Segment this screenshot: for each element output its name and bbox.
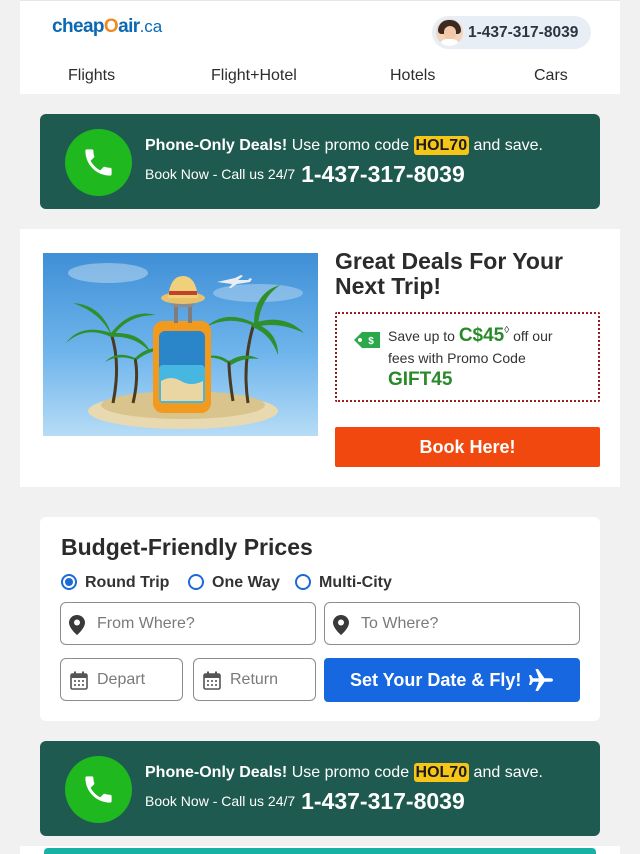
logo-text-o: O: [103, 16, 119, 37]
promo-code-badge: HOL70: [413, 136, 470, 155]
submit-label: Set Your Date & Fly!: [350, 670, 522, 690]
site-header: cheapOair.ca 1-437-317-8039 Flights Flig…: [20, 0, 620, 94]
book-now-text: Book Now - Call us 24/7: [145, 166, 296, 182]
radio-label: One Way: [212, 574, 280, 591]
phone-deals-banner-bottom[interactable]: Phone-Only Deals! Use promo code HOL70 a…: [40, 741, 600, 836]
airplane-icon: [529, 669, 553, 691]
promo-code-badge: HOL70: [413, 763, 470, 782]
call-button[interactable]: [65, 129, 132, 196]
return-placeholder: Return: [230, 671, 279, 688]
promo-call-line: Book Now - Call us 24/7 1-437-317-8039: [145, 785, 465, 814]
promo-offer-box: $ Save up to C$45◊ off our fees with Pro…: [335, 312, 600, 402]
svg-text:$: $: [368, 336, 374, 347]
flight-search-card: Budget-Friendly Prices Round Trip One Wa…: [40, 517, 600, 721]
promo-phone-number[interactable]: 1-437-317-8039: [301, 161, 465, 187]
suitcase-island-image: [43, 253, 318, 436]
next-section-edge: [20, 846, 620, 854]
call-button[interactable]: [65, 756, 132, 823]
location-pin-icon: [69, 615, 85, 635]
search-title: Budget-Friendly Prices: [61, 534, 313, 560]
calendar-icon: [203, 671, 221, 690]
radio-dot[interactable]: [188, 574, 204, 590]
phone-icon: [85, 776, 112, 803]
header-phone-number: 1-437-317-8039: [468, 24, 579, 41]
from-input[interactable]: From Where?: [60, 602, 316, 645]
promo-bold-text: Phone-Only Deals!: [145, 764, 288, 781]
calendar-icon: [70, 671, 88, 690]
agent-avatar-icon: [436, 19, 463, 46]
phone-deals-banner[interactable]: Phone-Only Deals! Use promo code HOL70 a…: [40, 114, 600, 209]
logo-text-cheap: cheap: [52, 16, 105, 37]
header-phone-button[interactable]: 1-437-317-8039: [432, 16, 591, 49]
set-date-fly-button[interactable]: Set Your Date & Fly!: [324, 658, 580, 702]
deal-card: Great Deals For Your Next Trip! $ Save u…: [20, 229, 620, 487]
cheapoair-logo[interactable]: cheapOair.ca: [52, 16, 162, 38]
logo-text-tld: .ca: [139, 17, 163, 36]
radio-dot[interactable]: [295, 574, 311, 590]
deal-title: Great Deals For Your Next Trip!: [335, 248, 563, 299]
promo-text: Use promo code: [287, 764, 414, 781]
radio-label: Round Trip: [85, 574, 170, 591]
return-date-input[interactable]: Return: [193, 658, 316, 701]
to-placeholder: To Where?: [361, 615, 439, 632]
nav-cars[interactable]: Cars: [534, 67, 568, 85]
gift-promo-code: GIFT45: [388, 369, 453, 390]
save-prefix: Save up to: [388, 328, 459, 344]
save-line: Save up to C$45◊ off our: [388, 325, 553, 347]
book-now-text: Book Now - Call us 24/7: [145, 793, 296, 809]
save-suffix: off our: [509, 328, 553, 344]
promo-text: Use promo code: [287, 137, 414, 154]
promo-call-line: Book Now - Call us 24/7 1-437-317-8039: [145, 158, 465, 187]
main-nav: Flights Flight+Hotel Hotels Cars: [20, 67, 620, 87]
logo-text-air: air: [118, 16, 140, 37]
phone-icon: [85, 149, 112, 176]
money-tag-icon: $: [354, 332, 380, 348]
from-placeholder: From Where?: [97, 615, 195, 632]
radio-label: Multi-City: [319, 574, 392, 591]
promo-headline: Phone-Only Deals! Use promo code HOL70 a…: [145, 763, 543, 782]
nav-hotels[interactable]: Hotels: [390, 67, 435, 85]
fees-text: fees with Promo Code: [388, 350, 526, 366]
nav-flight-hotel[interactable]: Flight+Hotel: [211, 67, 297, 85]
promo-phone-number[interactable]: 1-437-317-8039: [301, 788, 465, 814]
promo-headline: Phone-Only Deals! Use promo code HOL70 a…: [145, 136, 543, 155]
book-here-button[interactable]: Book Here!: [335, 427, 600, 467]
depart-placeholder: Depart: [97, 671, 146, 688]
radio-dot-selected[interactable]: [61, 574, 77, 590]
depart-date-input[interactable]: Depart: [60, 658, 183, 701]
location-pin-icon: [333, 615, 349, 635]
to-input[interactable]: To Where?: [324, 602, 580, 645]
save-amount: C$45: [458, 325, 505, 346]
nav-flights[interactable]: Flights: [68, 67, 115, 85]
promo-text-after: and save.: [469, 137, 543, 154]
promo-text-after: and save.: [469, 764, 543, 781]
promo-bold-text: Phone-Only Deals!: [145, 137, 288, 154]
teal-banner-top: [44, 848, 596, 854]
